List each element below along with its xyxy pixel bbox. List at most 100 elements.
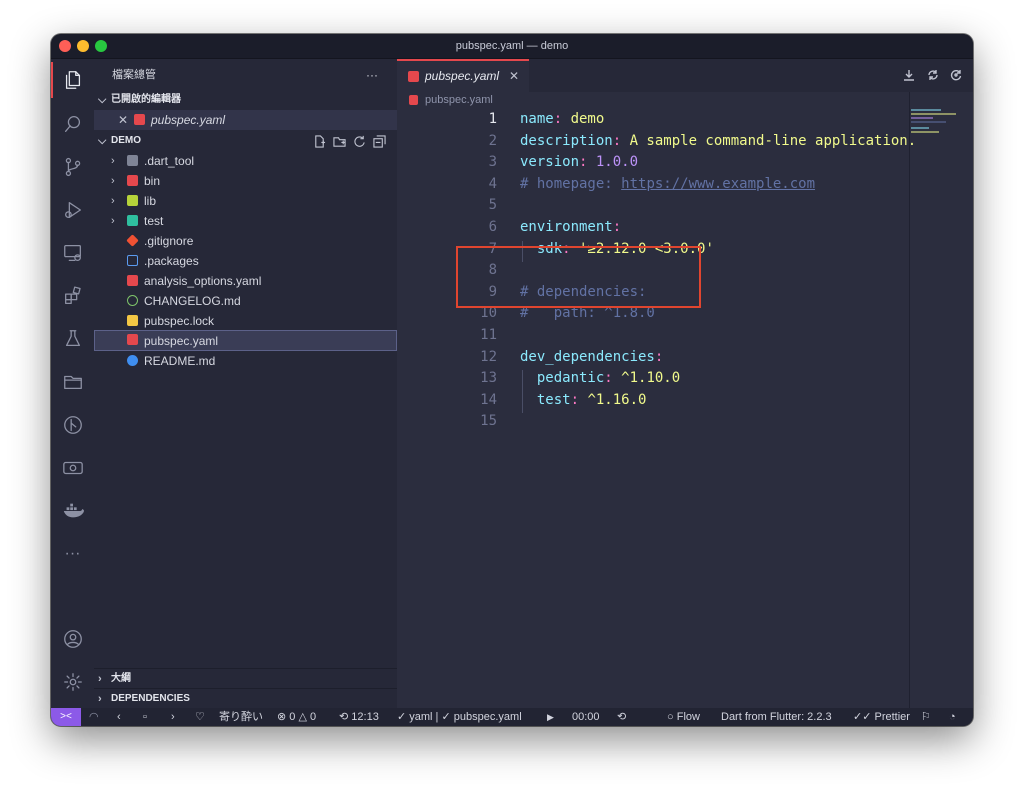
line-number: 3 — [488, 154, 497, 171]
chevron-right-icon: › — [111, 155, 115, 167]
refresh-icon[interactable] — [353, 135, 366, 148]
close-editor-icon[interactable]: ✕ — [118, 110, 128, 130]
warning-count: 0 — [310, 711, 317, 723]
open-changes-icon[interactable] — [950, 69, 962, 81]
zoom-window-button[interactable] — [95, 40, 107, 52]
headphones-icon[interactable]: ◠ — [89, 708, 99, 726]
prev-track-icon[interactable]: ‹ — [117, 708, 121, 726]
explorer-icon[interactable] — [51, 62, 94, 98]
info-icon — [127, 355, 138, 366]
open-editors-label: 已開啟的編輯器 — [111, 94, 181, 105]
dependencies-header[interactable]: › DEPENDENCIES — [94, 688, 397, 708]
tree-item-changelog[interactable]: CHANGELOG.md — [94, 291, 397, 311]
history-icon: ⟲ — [339, 711, 349, 723]
remote-explorer-icon[interactable] — [51, 235, 94, 271]
timer-reset-icon[interactable]: ⟲ — [617, 708, 626, 726]
song-title[interactable]: 寄り酔い — [219, 708, 263, 726]
tree-item-dart-tool[interactable]: › .dart_tool — [94, 151, 397, 171]
minimap[interactable] — [911, 109, 961, 139]
feedback-icon[interactable]: ⚐ — [921, 708, 931, 726]
open-editor-item[interactable]: ✕ pubspec.yaml — [94, 110, 397, 130]
tree-item-test[interactable]: › test — [94, 211, 397, 231]
search-icon[interactable] — [51, 106, 94, 142]
code-line: sdk: '≥2.12.0 <3.0.0' — [520, 241, 714, 257]
open-editors-header[interactable]: ⌵ 已開啟的編輯器 — [94, 90, 397, 110]
breadcrumb[interactable]: pubspec.yaml — [397, 92, 973, 108]
dart-sdk-version[interactable]: Dart from Flutter: 2.2.3 — [721, 708, 832, 726]
tree-item-gitignore[interactable]: .gitignore — [94, 231, 397, 251]
tree-item-pubspec-yaml[interactable]: pubspec.yaml — [94, 330, 397, 351]
chevron-down-icon: ⌵ — [98, 135, 107, 147]
tree-item-packages[interactable]: .packages — [94, 251, 397, 271]
minimize-window-button[interactable] — [77, 40, 89, 52]
tree-item-readme[interactable]: README.md — [94, 351, 397, 371]
code-line: # homepage: https://www.example.com — [520, 176, 815, 192]
accounts-icon[interactable] — [51, 621, 94, 657]
collapse-all-icon[interactable] — [373, 135, 386, 148]
tree-item-bin[interactable]: › bin — [94, 171, 397, 191]
folder-view-icon[interactable] — [51, 364, 94, 400]
notifications-bell-icon[interactable]: ◔ — [949, 708, 956, 726]
code-token: test — [536, 391, 571, 408]
tree-item-label: .gitignore — [144, 234, 194, 248]
more-views-icon[interactable]: ··· — [51, 536, 94, 572]
tree-item-label: README.md — [144, 354, 216, 368]
problems-indicator[interactable]: ⊗ 0 △ 0 — [277, 708, 316, 726]
flow-label: Flow — [676, 711, 700, 723]
stop-icon[interactable]: ▫ — [143, 708, 147, 726]
code-token: : — [553, 111, 571, 127]
clock-indicator[interactable]: ⟲ 12:13 — [339, 708, 379, 726]
docker-icon[interactable] — [51, 493, 94, 529]
testing-icon[interactable] — [51, 321, 94, 357]
schema-check[interactable]: ✓ yaml | ✓ pubspec.yaml — [397, 708, 522, 726]
git-graph-icon[interactable] — [51, 407, 94, 443]
close-tab-icon[interactable]: ✕ — [509, 61, 519, 91]
indent-guide — [522, 370, 523, 414]
next-track-icon[interactable]: › — [171, 708, 175, 726]
new-folder-icon[interactable] — [333, 135, 346, 148]
run-debug-icon[interactable] — [51, 192, 94, 228]
extensions-icon[interactable] — [51, 278, 94, 314]
circle-icon: ○ — [667, 711, 674, 723]
tab-pubspec-yaml[interactable]: pubspec.yaml ✕ — [397, 59, 529, 92]
flow-indicator[interactable]: ○ Flow — [667, 708, 700, 726]
play-icon[interactable]: ▶ — [547, 708, 554, 726]
error-icon: ⊗ — [277, 711, 287, 723]
tree-item-pubspec-lock[interactable]: pubspec.lock — [94, 311, 397, 331]
new-file-icon[interactable] — [313, 135, 326, 148]
line-number: 11 — [480, 327, 497, 343]
remote-indicator-icon[interactable]: >< — [51, 708, 81, 726]
vscode-window: pubspec.yaml — demo ··· 檔案總管 ··· ⌵ 已開啟的編… — [51, 34, 973, 726]
explorer-more-icon[interactable]: ··· — [366, 65, 386, 85]
code-token: 1.0.0 — [595, 154, 639, 171]
folder-header[interactable]: ⌵ DEMO — [94, 131, 397, 151]
code-token: version — [520, 154, 580, 171]
tree-item-label: pubspec.lock — [144, 314, 215, 328]
heart-icon[interactable]: ♡ — [195, 708, 205, 726]
settings-gear-icon[interactable] — [51, 664, 94, 700]
file-icon — [127, 255, 138, 266]
code-token: https://www.example.com — [621, 175, 816, 192]
tree-item-analysis-options[interactable]: analysis_options.yaml — [94, 271, 397, 291]
source-control-icon[interactable] — [51, 149, 94, 185]
bin-folder-icon — [127, 175, 138, 186]
schema-file: pubspec.yaml — [453, 711, 522, 723]
close-window-button[interactable] — [59, 40, 71, 52]
code-token: description — [520, 132, 613, 149]
sync-icon[interactable] — [927, 69, 939, 81]
folder-icon — [127, 155, 138, 166]
download-icon[interactable] — [903, 69, 915, 81]
git-icon — [126, 234, 139, 247]
timer[interactable]: 00:00 — [572, 708, 600, 726]
yaml-file-icon — [127, 334, 138, 345]
code-token: : — [654, 348, 664, 365]
code-editor[interactable]: 1 name: demo 2 description: A sample comman… — [397, 111, 916, 708]
code-line: pedantic: ^1.10.0 — [520, 370, 680, 386]
prettier-indicator[interactable]: ✓✓ Prettier — [853, 708, 910, 726]
test-folder-icon — [127, 215, 138, 226]
tree-item-lib[interactable]: › lib — [94, 191, 397, 211]
yaml-file-icon — [127, 275, 138, 286]
outline-header[interactable]: › 大綱 — [94, 668, 397, 688]
dollar-icon[interactable] — [51, 450, 94, 486]
line-number: 14 — [480, 391, 497, 408]
